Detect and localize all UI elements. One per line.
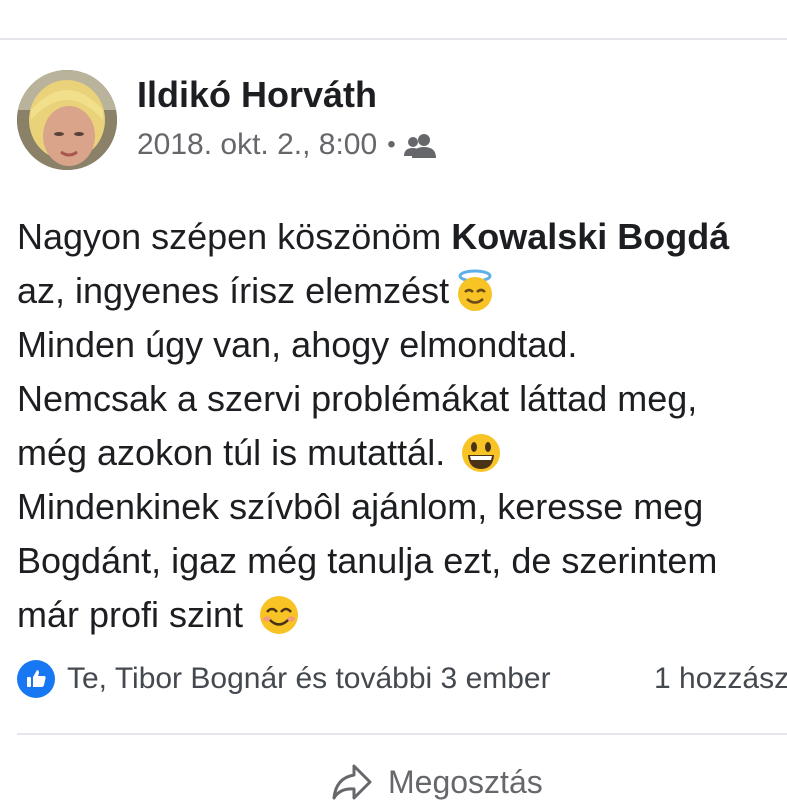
post-line: Bogdánt, igaz még tanulja ezt, de szerin… — [17, 534, 787, 588]
actions-divider — [17, 733, 787, 735]
comment-count[interactable]: 1 hozzász — [654, 656, 787, 702]
post-text: Mindenkinek szívbôl ajánlom, keresse meg — [17, 486, 704, 527]
post-text: Nagyon szépen köszönöm — [17, 216, 452, 257]
reactions-summary[interactable]: Te, Tibor Bognár és további 3 ember — [67, 662, 551, 696]
top-divider — [0, 38, 787, 40]
post-line: Nemcsak a szervi problémákat láttad meg, — [17, 372, 787, 426]
post-line: Minden úgy van, ahogy elmondtad. — [17, 318, 787, 372]
post-line: Mindenkinek szívbôl ajánlom, keresse meg — [17, 480, 787, 534]
post-text: Bogdánt, igaz még tanulja ezt, de szerin… — [17, 540, 718, 581]
smiling-face-with-halo-emoji — [458, 269, 493, 311]
post-text: még azokon túl is mutattál. — [17, 432, 456, 473]
post-text: Minden úgy van, ahogy elmondtad. — [17, 324, 578, 365]
share-icon — [332, 764, 372, 800]
post-line: Nagyon szépen köszönöm Kowalski Bogdá — [17, 210, 787, 264]
post-timestamp[interactable]: 2018. okt. 2., 8:00 — [137, 128, 377, 162]
friends-icon[interactable] — [403, 132, 438, 158]
share-label: Megosztás — [388, 763, 543, 800]
reactions-bar: Te, Tibor Bognár és további 3 ember 1 ho… — [17, 656, 787, 702]
share-button[interactable]: Megosztás — [330, 762, 543, 802]
post-text: már profi szint — [17, 594, 254, 635]
post-body: Nagyon szépen köszönöm Kowalski Bogdá az… — [17, 210, 787, 642]
smiling-face-with-smiling-eyes-emoji — [260, 596, 299, 634]
post-text: Nemcsak a szervi problémákat láttad meg, — [17, 378, 698, 419]
post-line: már profi szint — [17, 588, 787, 642]
author-name[interactable]: Ildikó Horváth — [137, 74, 377, 116]
post-line: még azokon túl is mutattál. — [17, 426, 787, 480]
avatar[interactable] — [17, 70, 117, 170]
like-icon[interactable] — [17, 660, 55, 698]
mention-link[interactable]: Kowalski Bogdá — [451, 210, 729, 264]
grinning-face-emoji — [462, 434, 501, 472]
meta-separator: • — [387, 131, 396, 158]
post-meta: 2018. okt. 2., 8:00 • — [137, 128, 438, 162]
post-line: az, ingyenes írisz elemzést — [17, 264, 787, 318]
post-text: az, ingyenes írisz elemzést — [17, 270, 450, 311]
